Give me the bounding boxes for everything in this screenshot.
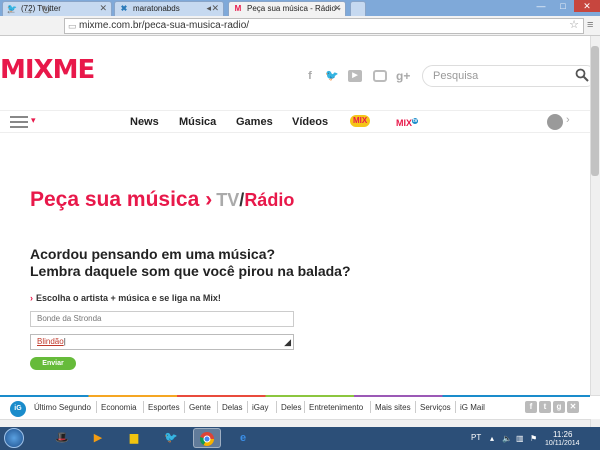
tab-title: Peça sua música - Rádio -	[247, 4, 341, 13]
close-icon[interactable]: ✕	[99, 2, 107, 15]
folder-icon[interactable]: ▆	[120, 428, 148, 448]
close-icon[interactable]: ✕	[333, 2, 341, 15]
mixme-icon: M	[234, 4, 242, 13]
back-icon[interactable]: ←	[5, 3, 17, 17]
chrome-icon[interactable]	[193, 428, 221, 448]
portal-separator	[96, 401, 97, 413]
chevron-right-icon: ›	[205, 188, 213, 211]
star-icon[interactable]: ☆	[569, 18, 579, 32]
song-field[interactable]: Blindão| ◢	[30, 334, 294, 350]
nav-musica[interactable]: Música	[179, 116, 216, 128]
instruction-label: › Escolha o artista + música e se liga na…	[30, 293, 221, 303]
tv-link[interactable]: TV	[216, 190, 239, 210]
twitter-app-icon[interactable]: 🐦	[157, 428, 185, 448]
hamburger-menu-icon[interactable]	[10, 116, 30, 128]
forward-icon[interactable]: →	[22, 3, 34, 17]
twitter-icon[interactable]: t	[539, 401, 551, 413]
portal-link[interactable]: Delas	[222, 403, 242, 412]
chevron-right-icon: ›	[30, 293, 33, 303]
portal-separator	[217, 401, 218, 413]
portal-separator	[304, 401, 305, 413]
minimize-button[interactable]: —	[530, 0, 552, 12]
portal-link[interactable]: iGay	[252, 403, 268, 412]
new-tab-button[interactable]	[350, 1, 366, 16]
youtube-icon[interactable]: ▶	[348, 70, 362, 82]
resize-handle-icon[interactable]: ◢	[284, 335, 291, 349]
tab-peca-sua-musica[interactable]: M Peça sua música - Rádio - ✕	[228, 1, 346, 16]
question-1: Acordou pensando em uma música?	[30, 246, 276, 262]
share-icon[interactable]: ✕	[567, 401, 579, 413]
maximize-button[interactable]: □	[552, 0, 574, 12]
facebook-icon[interactable]: f	[303, 70, 317, 82]
instagram-icon[interactable]	[373, 70, 387, 82]
taskbar-app-icon[interactable]: 🎩	[48, 428, 76, 448]
internet-explorer-icon[interactable]: e	[229, 428, 257, 448]
start-button[interactable]	[4, 428, 24, 448]
mix-badge-logo[interactable]: MIX	[350, 115, 371, 127]
ig-logo[interactable]: iG	[10, 401, 26, 417]
radio-link[interactable]: Rádio	[244, 190, 294, 210]
reload-icon[interactable]: ↻	[41, 3, 51, 17]
question-2: Lembra daquele som que você pirou na bal…	[30, 263, 351, 279]
portal-color-strip	[0, 395, 590, 397]
portal-link[interactable]: Economia	[101, 403, 137, 412]
search-input[interactable]: Pesquisa	[422, 65, 597, 87]
portal-link[interactable]: Serviços	[420, 403, 451, 412]
mix-tv-logo[interactable]: MIXtv	[393, 115, 421, 128]
page-title: Peça sua música › TV/Rádio	[30, 188, 294, 212]
portal-separator	[276, 401, 277, 413]
portal-separator	[455, 401, 456, 413]
nav-videos[interactable]: Vídeos	[292, 116, 328, 128]
horizontal-scrollbar[interactable]	[0, 419, 590, 427]
tray-expand-icon[interactable]: ▴	[490, 434, 494, 443]
flag-icon[interactable]: ⚑	[530, 434, 537, 443]
language-indicator[interactable]: PT	[471, 433, 481, 442]
user-avatar-icon[interactable]	[547, 114, 563, 130]
facebook-icon[interactable]: f	[525, 401, 537, 413]
instruction-text: Escolha o artista + música e se liga na …	[36, 293, 221, 303]
portal-link[interactable]: iG Mail	[460, 403, 485, 412]
media-player-icon[interactable]: ▶	[84, 428, 112, 448]
google-plus-icon[interactable]: g+	[396, 70, 410, 82]
close-icon[interactable]: ✕	[211, 2, 219, 15]
portal-separator	[184, 401, 185, 413]
song-value: Blindão	[37, 337, 64, 346]
chevron-right-icon[interactable]: ›	[566, 114, 570, 126]
site-logo[interactable]: MIXME	[0, 55, 95, 85]
twitter-icon[interactable]: 🐦	[325, 70, 339, 82]
nav-news[interactable]: News	[130, 116, 159, 128]
google-plus-icon[interactable]: g	[553, 401, 565, 413]
portal-link[interactable]: Deles	[281, 403, 301, 412]
volume-icon[interactable]: 🔈	[502, 434, 512, 443]
portal-link[interactable]: Mais sites	[375, 403, 411, 412]
address-bar[interactable]: ▭ mixme.com.br/peca-sua-musica-radio/ ☆	[64, 18, 584, 34]
x-favicon-icon: ✖	[120, 4, 128, 13]
search-icon[interactable]	[575, 68, 589, 82]
menu-icon[interactable]: ≡	[587, 18, 593, 32]
clock-date[interactable]: 10/11/2014	[545, 440, 580, 447]
nav-games[interactable]: Games	[236, 116, 273, 128]
portal-link[interactable]: Entretenimento	[309, 403, 363, 412]
network-icon[interactable]: ▥	[516, 434, 524, 443]
portal-separator	[247, 401, 248, 413]
portal-separator	[370, 401, 371, 413]
tab-twitter[interactable]: 🐦 (72) Twitter ✕	[2, 1, 112, 16]
portal-link[interactable]: Esportes	[148, 403, 180, 412]
portal-link[interactable]: Último Segundo	[34, 403, 91, 412]
clock-time[interactable]: 11:26	[553, 430, 572, 439]
tab-maratonabds[interactable]: ✖ maratonabds ◂ ✕	[114, 1, 224, 16]
chevron-down-icon[interactable]: ▾	[31, 115, 36, 126]
portal-separator	[143, 401, 144, 413]
window-close-button[interactable]: ✕	[574, 0, 600, 12]
submit-button[interactable]: Enviar	[30, 357, 76, 370]
page-icon: ▭	[68, 21, 77, 31]
tab-title: maratonabds	[133, 4, 180, 13]
title-text: Peça sua música	[30, 188, 200, 211]
speaker-icon: ◂	[206, 3, 211, 13]
portal-link[interactable]: Gente	[189, 403, 211, 412]
artist-field[interactable]: Bonde da Stronda	[30, 311, 294, 327]
url-text: mixme.com.br/peca-sua-musica-radio/	[79, 20, 250, 31]
portal-separator	[415, 401, 416, 413]
scrollbar-thumb[interactable]	[591, 46, 599, 176]
